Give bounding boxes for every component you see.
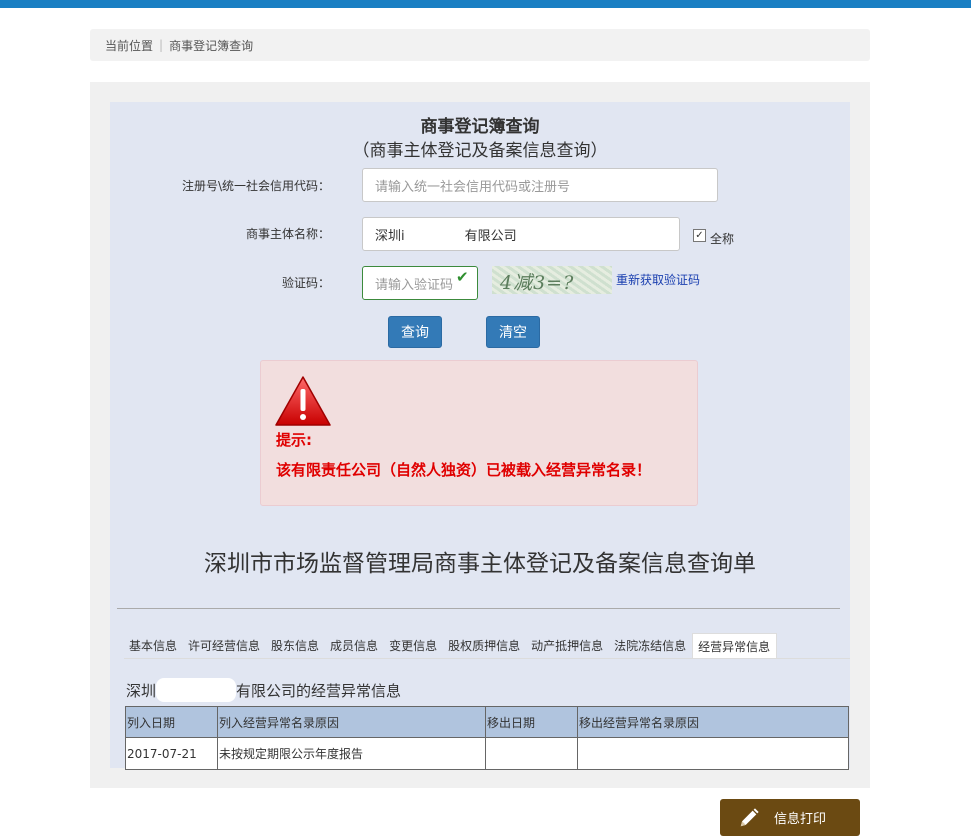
column-header: 列入经营异常名录原因	[217, 706, 486, 738]
print-button[interactable]: 信息打印	[720, 799, 860, 836]
pencil-icon	[740, 807, 759, 826]
captcha-text: 4减3=?	[500, 272, 575, 294]
top-bar	[0, 0, 971, 8]
table-cell	[485, 737, 578, 770]
breadcrumb-current: 当前位置	[105, 38, 154, 53]
tab-change-info[interactable]: 变更信息	[384, 633, 443, 659]
alert-message: 该有限责任公司（自然人独资）已被载入经营异常名录！	[276, 461, 652, 479]
query-button[interactable]: 查询	[388, 316, 442, 348]
column-header: 移出日期	[485, 706, 578, 738]
section-title-prefix: 深圳	[126, 681, 157, 700]
tab-court-freeze-info[interactable]: 法院冻结信息	[609, 633, 692, 659]
table-row: 2017-07-21 未按规定期限公示年度报告	[125, 737, 849, 770]
column-header: 移出经营异常名录原因	[577, 706, 849, 738]
fullname-label: 全称	[710, 232, 735, 246]
breadcrumb: 当前位置 | 商事登记簿查询	[90, 29, 870, 61]
result-tabs: 基本信息 许可经营信息 股东信息 成员信息 变更信息 股权质押信息 动产抵押信息…	[124, 633, 778, 659]
column-header: 列入日期	[125, 706, 218, 738]
tab-equity-pledge-info[interactable]: 股权质押信息	[443, 633, 526, 659]
tab-basic-info[interactable]: 基本信息	[124, 633, 183, 659]
entity-name-prefix: 深圳i	[375, 228, 405, 244]
tab-chattel-mortgage-info[interactable]: 动产抵押信息	[526, 633, 609, 659]
form-subtitle: （商事主体登记及备案信息查询）	[352, 141, 608, 161]
fullname-checkbox[interactable]: ✓	[693, 229, 706, 242]
form-title: 商事登记簿查询	[420, 117, 540, 137]
tab-member-info[interactable]: 成员信息	[325, 633, 384, 659]
breadcrumb-separator: |	[159, 38, 164, 52]
credit-code-label: 注册号\统一社会信用代码：	[181, 179, 330, 193]
credit-code-input[interactable]: 请输入统一社会信用代码或注册号	[362, 168, 718, 202]
checkmark-icon: ✔	[456, 268, 469, 286]
tab-license-info[interactable]: 许可经营信息	[183, 633, 266, 659]
refresh-captcha-link[interactable]: 重新获取验证码	[616, 271, 700, 288]
redacted-area	[156, 678, 237, 702]
tab-abnormal-operation-info[interactable]: 经营异常信息	[692, 633, 778, 659]
entity-name-suffix: 有限公司	[464, 228, 517, 244]
table-cell: 2017-07-21	[125, 737, 218, 770]
warning-icon	[275, 376, 331, 426]
section-title: 深圳 有限公司的经营异常信息	[126, 678, 401, 702]
section-title-suffix: 有限公司的经营异常信息	[236, 681, 402, 700]
alert-title: 提示:	[276, 431, 312, 449]
abnormal-info-table: 列入日期 列入经营异常名录原因 移出日期 移出经营异常名录原因 2017-07-…	[125, 706, 849, 770]
divider	[117, 608, 840, 609]
tab-underline	[124, 658, 850, 659]
entity-name-input[interactable]: 深圳i 有限公司	[362, 217, 680, 251]
table-header-row: 列入日期 列入经营异常名录原因 移出日期 移出经营异常名录原因	[125, 706, 849, 738]
entity-name-label: 商事主体名称：	[245, 227, 330, 241]
table-cell: 未按规定期限公示年度报告	[217, 737, 486, 770]
table-cell	[577, 737, 849, 770]
clear-button[interactable]: 清空	[486, 316, 540, 348]
redacted-area	[404, 226, 465, 242]
captcha-label: 验证码：	[281, 276, 330, 290]
tab-shareholder-info[interactable]: 股东信息	[266, 633, 325, 659]
captcha-image[interactable]: 4减3=?	[492, 266, 612, 294]
result-title: 深圳市市场监督管理局商事主体登记及备案信息查询单	[204, 551, 756, 577]
breadcrumb-page[interactable]: 商事登记簿查询	[169, 37, 253, 54]
print-button-label: 信息打印	[774, 812, 827, 827]
